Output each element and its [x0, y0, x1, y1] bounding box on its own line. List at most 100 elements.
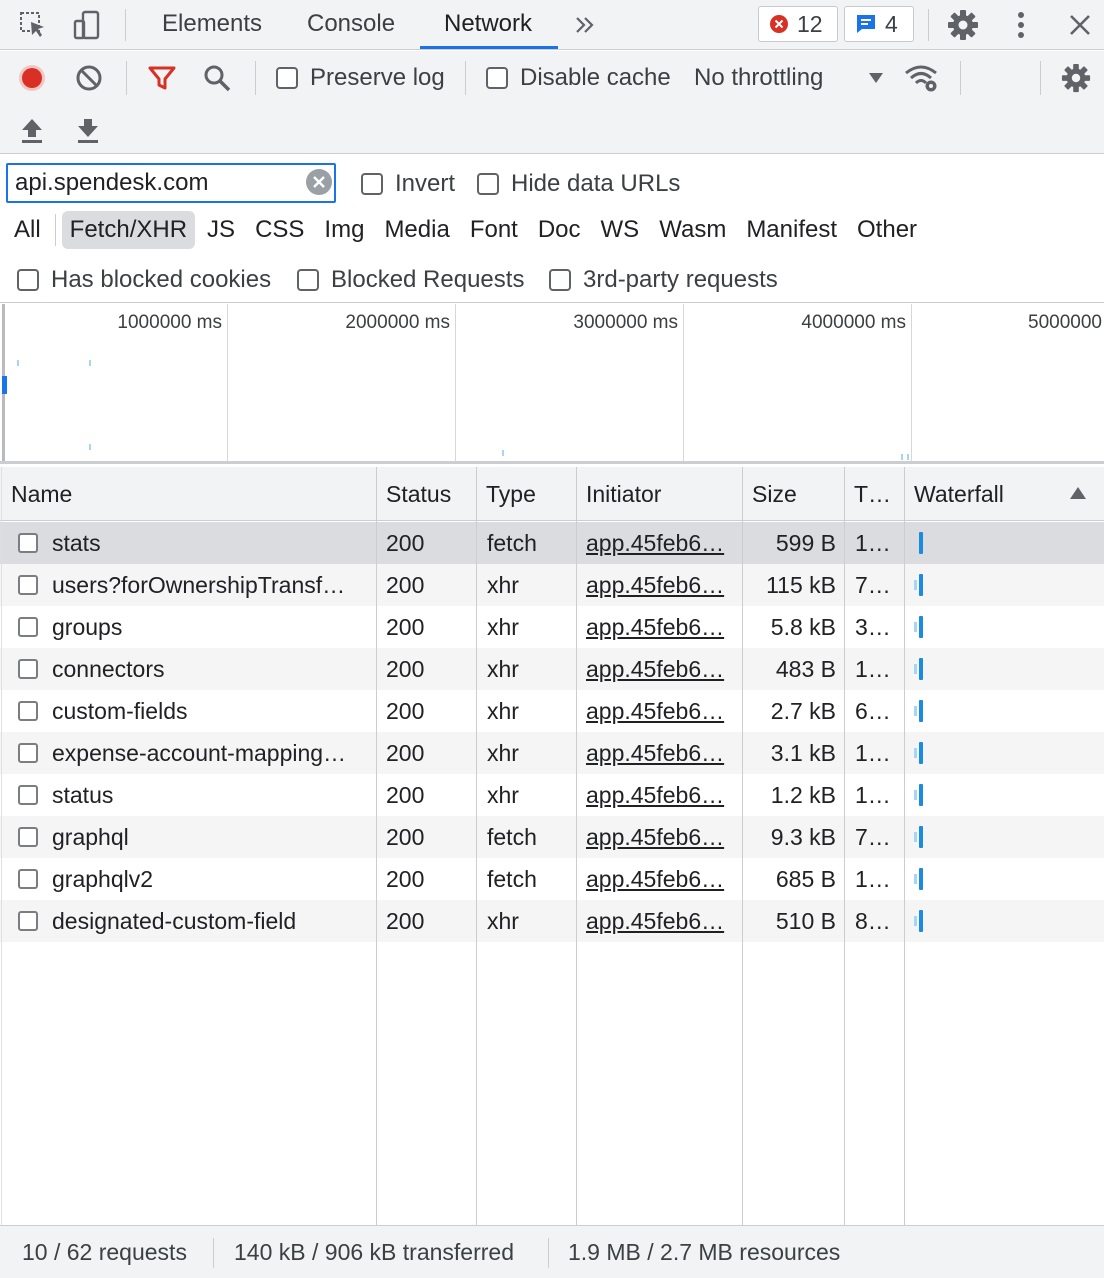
filter-input[interactable] — [6, 163, 336, 203]
clear-filter-icon[interactable] — [306, 169, 332, 195]
column-header-name[interactable]: Name — [2, 467, 376, 521]
request-document-icon — [18, 743, 38, 763]
cell-initiator[interactable]: app.45feb6… — [586, 774, 736, 816]
type-filter-font[interactable]: Font — [462, 211, 526, 249]
type-filter-other[interactable]: Other — [849, 211, 925, 249]
column-header-size[interactable]: Size — [743, 467, 844, 521]
table-row[interactable]: stats 200 fetch app.45feb6… 599 B 1… — [0, 522, 1104, 564]
cell-type: xhr — [487, 740, 519, 766]
column-divider[interactable] — [476, 467, 477, 1225]
overview-tick-label: 5000000 — [1028, 312, 1102, 333]
cell-initiator[interactable]: app.45feb6… — [586, 816, 736, 858]
throttling-select[interactable]: No throttling — [694, 64, 884, 92]
type-filter-wasm[interactable]: Wasm — [651, 211, 734, 249]
type-filter-css[interactable]: CSS — [247, 211, 312, 249]
cell-initiator[interactable]: app.45feb6… — [586, 564, 736, 606]
tab-console[interactable]: Console — [303, 0, 399, 50]
settings-gear-icon[interactable] — [944, 6, 982, 44]
checkbox[interactable] — [486, 67, 508, 89]
export-har-download-icon[interactable] — [69, 111, 107, 149]
cell-initiator[interactable]: app.45feb6… — [586, 858, 736, 900]
preserve-log-checkbox[interactable]: Preserve log — [276, 64, 445, 92]
search-icon[interactable] — [198, 59, 236, 97]
waterfall-queue-tick — [914, 916, 917, 926]
table-row[interactable]: designated-custom-field 200 xhr app.45feb6…… — [0, 900, 1104, 942]
type-filter-fetch-xhr[interactable]: Fetch/XHR — [61, 211, 196, 249]
chevron-double-right-icon[interactable] — [566, 6, 604, 44]
disable-cache-checkbox[interactable]: Disable cache — [486, 64, 671, 92]
messages-badge[interactable]: 4 — [844, 6, 914, 42]
tab-elements[interactable]: Elements — [158, 0, 266, 50]
grid-line — [455, 304, 456, 461]
has-blocked-cookies-checkbox[interactable]: Has blocked cookies — [17, 266, 271, 294]
column-header-time[interactable]: T… — [845, 467, 904, 521]
table-row[interactable]: connectors 200 xhr app.45feb6… 483 B 1… — [0, 648, 1104, 690]
type-filter-doc[interactable]: Doc — [530, 211, 589, 249]
request-document-icon — [18, 575, 38, 595]
table-row[interactable]: graphql 200 fetch app.45feb6… 9.3 kB 7… — [0, 816, 1104, 858]
type-filter-all[interactable]: All — [6, 211, 49, 249]
third-party-requests-checkbox[interactable]: 3rd-party requests — [549, 266, 778, 294]
sort-ascending-icon[interactable] — [1069, 486, 1087, 500]
column-divider[interactable] — [576, 467, 577, 1225]
overview-request-mark — [2, 376, 7, 394]
close-icon[interactable] — [1061, 6, 1099, 44]
column-header-status[interactable]: Status — [377, 467, 476, 521]
overview-request-mark — [89, 360, 91, 366]
table-row[interactable]: custom-fields 200 xhr app.45feb6… 2.7 kB 6… — [0, 690, 1104, 732]
type-filter-manifest[interactable]: Manifest — [738, 211, 845, 249]
type-filter-js[interactable]: JS — [199, 211, 243, 249]
table-row[interactable]: graphqlv2 200 fetch app.45feb6… 685 B 1… — [0, 858, 1104, 900]
type-filter-media[interactable]: Media — [376, 211, 457, 249]
tab-network[interactable]: Network — [440, 0, 536, 50]
type-filter-img[interactable]: Img — [316, 211, 372, 249]
cell-initiator[interactable]: app.45feb6… — [586, 522, 736, 564]
checkbox[interactable] — [297, 269, 319, 291]
table-row[interactable]: groups 200 xhr app.45feb6… 5.8 kB 3… — [0, 606, 1104, 648]
blocked-requests-checkbox[interactable]: Blocked Requests — [297, 266, 524, 294]
column-divider[interactable] — [376, 467, 377, 1225]
cell-size: 599 B — [775, 530, 836, 556]
cell-initiator[interactable]: app.45feb6… — [586, 900, 736, 942]
network-overview-timeline[interactable]: 1000000 ms 2000000 ms 3000000 ms 4000000… — [0, 304, 1104, 464]
device-toolbar-icon[interactable] — [68, 6, 106, 44]
column-divider[interactable] — [844, 467, 845, 1225]
blocked-requests-label: Blocked Requests — [331, 266, 525, 293]
checkbox[interactable] — [276, 67, 298, 89]
cell-initiator[interactable]: app.45feb6… — [586, 732, 736, 774]
cell-initiator[interactable]: app.45feb6… — [586, 648, 736, 690]
hide-data-urls-checkbox[interactable]: Hide data URLs — [477, 170, 680, 198]
more-options-icon[interactable] — [1002, 6, 1040, 44]
column-header-type[interactable]: Type — [477, 467, 576, 521]
column-divider[interactable] — [742, 467, 743, 1225]
request-document-icon — [18, 533, 38, 553]
record-icon[interactable] — [13, 59, 51, 97]
invert-checkbox[interactable]: Invert — [361, 170, 455, 198]
table-row[interactable]: status 200 xhr app.45feb6… 1.2 kB 1… — [0, 774, 1104, 816]
cell-time: 1… — [855, 740, 891, 766]
column-header-waterfall[interactable]: Waterfall — [905, 467, 1055, 521]
network-conditions-wifi-icon[interactable] — [902, 59, 940, 97]
errors-badge[interactable]: 12 — [758, 6, 838, 42]
checkbox[interactable] — [361, 173, 383, 195]
checkbox[interactable] — [17, 269, 39, 291]
hide-data-urls-label: Hide data URLs — [511, 170, 681, 197]
cell-time: 1… — [855, 656, 891, 682]
network-settings-gear-icon[interactable] — [1057, 59, 1095, 97]
checkbox[interactable] — [549, 269, 571, 291]
cell-initiator[interactable]: app.45feb6… — [586, 606, 736, 648]
import-har-upload-icon[interactable] — [13, 111, 51, 149]
type-filter-ws[interactable]: WS — [593, 211, 648, 249]
cell-initiator[interactable]: app.45feb6… — [586, 690, 736, 732]
checkbox[interactable] — [477, 173, 499, 195]
inspect-element-icon[interactable] — [14, 6, 52, 44]
active-tab-indicator — [420, 46, 558, 49]
table-row[interactable]: users?forOwnershipTransf… 200 xhr app.45feb… — [0, 564, 1104, 606]
disable-cache-label: Disable cache — [520, 64, 671, 91]
cell-status: 200 — [386, 740, 425, 766]
column-divider[interactable] — [904, 467, 905, 1225]
column-header-initiator[interactable]: Initiator — [577, 467, 742, 521]
clear-block-icon[interactable] — [70, 59, 108, 97]
table-row[interactable]: expense-account-mapping… 200 xhr app.45feb6… — [0, 732, 1104, 774]
filter-funnel-icon[interactable] — [143, 59, 181, 97]
